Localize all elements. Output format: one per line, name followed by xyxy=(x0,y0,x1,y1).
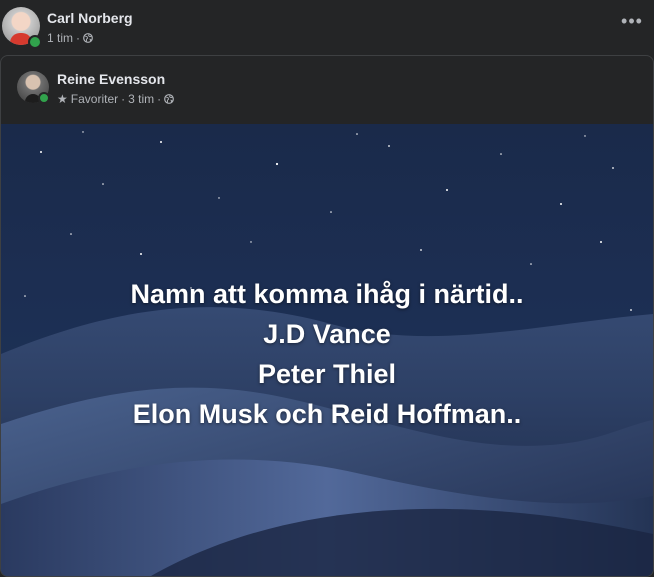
caption-line: J.D Vance xyxy=(263,319,391,349)
image-caption: Namn att komma ihåg i närtid.. J.D Vance… xyxy=(1,274,653,434)
post-image[interactable]: Namn att komma ihåg i närtid.. J.D Vance… xyxy=(1,124,653,576)
meta-separator: · xyxy=(76,31,81,45)
shared-author-name[interactable]: Reine Evensson xyxy=(57,71,165,87)
more-options-button[interactable]: ••• xyxy=(618,12,646,34)
caption-line: Peter Thiel xyxy=(257,359,397,389)
globe-icon xyxy=(83,33,93,43)
author-name[interactable]: Carl Norberg xyxy=(47,10,133,26)
caption-line: Elon Musk och Reid Hoffman.. xyxy=(132,399,522,429)
shared-post: Reine Evensson ★ Favoriter · 3 tim · Nam… xyxy=(0,55,654,577)
post-meta: 1 tim · xyxy=(47,31,93,45)
globe-icon xyxy=(164,94,175,104)
post-header: Carl Norberg 1 tim · ••• xyxy=(0,0,654,56)
shared-online-status-icon xyxy=(38,92,50,104)
online-status-icon xyxy=(28,35,42,49)
caption-line: Namn att komma ihåg i närtid.. xyxy=(130,279,524,309)
meta-separator: · xyxy=(121,92,126,106)
shared-post-meta: ★ Favoriter · 3 tim · xyxy=(57,92,175,106)
meta-separator: · xyxy=(157,92,162,106)
shared-post-time[interactable]: 3 tim xyxy=(128,92,154,106)
post-time[interactable]: 1 tim xyxy=(47,31,73,45)
favorites-label: Favoriter xyxy=(70,92,119,106)
star-icon: ★ xyxy=(57,92,68,106)
